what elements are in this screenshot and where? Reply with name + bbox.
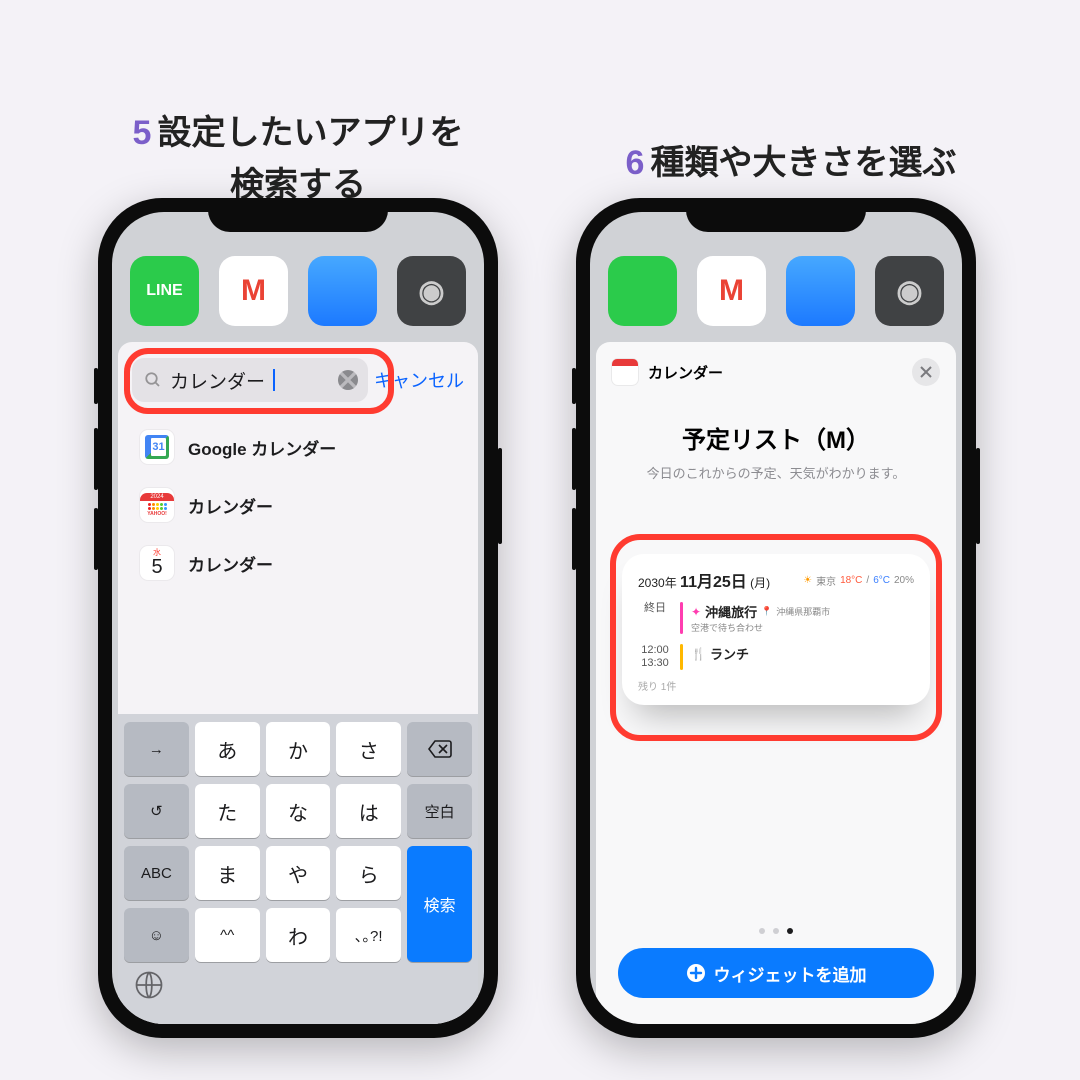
fork-knife-icon: 🍴 [691, 647, 706, 661]
step-6-text: 種類や大きさを選ぶ [650, 144, 956, 182]
app-gmail-icon: M [697, 256, 766, 326]
key-wa[interactable]: わ [266, 908, 331, 962]
app-line-icon: LINE [130, 256, 199, 326]
plus-circle-icon [686, 963, 706, 983]
key-arrow[interactable]: → [124, 722, 189, 776]
search-value: カレンダー [170, 367, 265, 394]
step-5-number: 5 [133, 114, 152, 152]
app-camera-icon: ◉ [875, 256, 944, 326]
key-ra[interactable]: ら [336, 846, 401, 900]
app-camera-icon: ◉ [397, 256, 466, 326]
phone-right: M ◉ カレンダー 予定リスト（M） 今日のこれからの予定、天気がわかります。 … [576, 198, 976, 1038]
widget-preview[interactable]: 2030年 11月25日 (月) ☀ 東京 18°C/6°C 20% 終日 [622, 554, 930, 705]
close-icon [920, 366, 932, 378]
app-safari-icon [786, 256, 855, 326]
key-caret[interactable]: ^^ [195, 908, 260, 962]
widget-subtitle: 今日のこれからの予定、天気がわかります。 [612, 463, 940, 482]
ios-calendar-icon: 水 5 [140, 546, 174, 580]
search-input[interactable]: カレンダー [132, 358, 368, 402]
cancel-button[interactable]: キャンセル [374, 367, 464, 393]
preview-event-1: 終日 ✦ 沖縄旅行 📍 沖縄県那覇市 空港で待ち合わせ [638, 602, 914, 634]
yahoo-calendar-icon: 2024 YAHOO! [140, 488, 174, 522]
pin-icon: 📍 [761, 606, 772, 617]
key-space[interactable]: 空白 [407, 784, 472, 838]
home-apps-row-2: M ◉ [590, 256, 962, 356]
step-6-number: 6 [626, 144, 645, 182]
step-5-text: 設定したいアプリを 検索する [157, 114, 463, 205]
key-ka[interactable]: か [266, 722, 331, 776]
app-line-icon [608, 256, 677, 326]
yahoo-calendar-icon [612, 359, 638, 385]
preview-weather: ☀ 東京 18°C/6°C 20% [803, 573, 914, 588]
weather-icon: ☀ [803, 575, 812, 586]
search-icon [144, 371, 162, 389]
key-sa[interactable]: さ [336, 722, 401, 776]
key-abc[interactable]: ABC [124, 846, 189, 900]
key-ma[interactable]: ま [195, 846, 260, 900]
key-punct[interactable]: ､｡?! [336, 908, 401, 962]
key-ha[interactable]: は [336, 784, 401, 838]
google-calendar-icon [140, 430, 174, 464]
key-emoji[interactable]: ☺ [124, 908, 189, 962]
key-a[interactable]: あ [195, 722, 260, 776]
key-undo[interactable]: ↺ [124, 784, 189, 838]
keyboard: → あ か さ ↺ た な は 空白 ABC ま [118, 714, 478, 1024]
backspace-icon [427, 739, 453, 759]
page-dots[interactable] [612, 928, 940, 934]
key-ta[interactable]: た [195, 784, 260, 838]
clear-search-icon[interactable] [338, 370, 358, 390]
home-apps-row: LINE M ◉ [112, 256, 484, 356]
preview-date: 2030年 11月25日 (月) [638, 568, 770, 592]
key-ya[interactable]: や [266, 846, 331, 900]
widget-title: 予定リスト（M） [612, 420, 940, 455]
globe-icon[interactable] [134, 970, 164, 1000]
result-google-calendar[interactable]: Google カレンダー [122, 418, 474, 476]
picker-app-title: カレンダー [648, 362, 723, 383]
result-yahoo-calendar[interactable]: 2024 YAHOO! カレンダー [122, 476, 474, 534]
preview-event-2: 12:0013:30 🍴 ランチ [638, 644, 914, 670]
phone-left: LINE M ◉ カレンダー キャンセル [98, 198, 498, 1038]
result-ios-calendar[interactable]: 水 5 カレンダー [122, 534, 474, 592]
add-widget-button[interactable]: ウィジェットを追加 [618, 948, 934, 998]
app-safari-icon [308, 256, 377, 326]
widget-search-sheet: カレンダー キャンセル Google カレンダー 2024 [118, 342, 478, 1024]
app-gmail-icon: M [219, 256, 288, 326]
sparkle-icon: ✦ [691, 605, 701, 619]
close-button[interactable] [912, 358, 940, 386]
key-backspace[interactable] [407, 722, 472, 776]
text-cursor [273, 369, 275, 391]
key-na[interactable]: な [266, 784, 331, 838]
preview-remaining: 残り 1件 [638, 678, 914, 693]
widget-picker-sheet: カレンダー 予定リスト（M） 今日のこれからの予定、天気がわかります。 2030… [596, 342, 956, 1024]
